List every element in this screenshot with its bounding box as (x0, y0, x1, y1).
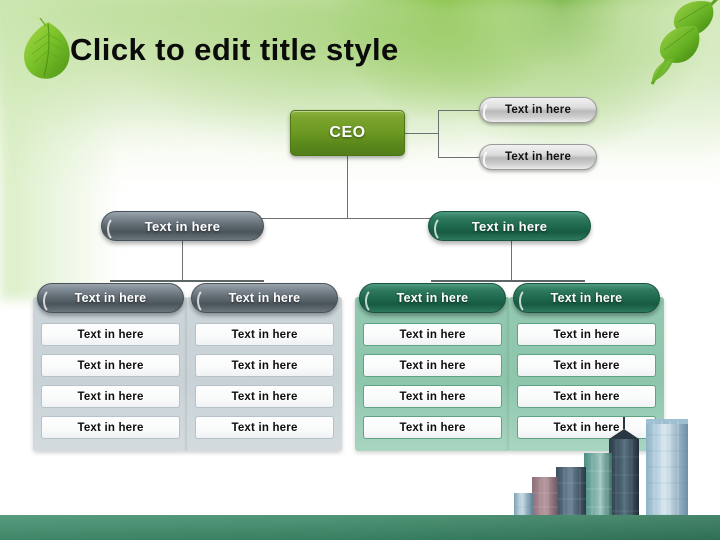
list-item[interactable]: Text in here (517, 323, 656, 346)
list-item[interactable]: Text in here (363, 323, 502, 346)
panel-b1-c2-header[interactable]: Text in here (191, 283, 338, 313)
connector-right-branch-down (511, 241, 512, 281)
connector-staff-top (438, 110, 480, 111)
node-branch-2-label: Text in here (471, 218, 548, 234)
connector-left-branch-down (182, 241, 183, 281)
panel-b2-c1-header[interactable]: Text in here (359, 283, 506, 313)
panel-b1-c2-header-label: Text in here (228, 291, 301, 305)
connector-ceo-staff-stub (405, 133, 439, 134)
panel-b1-c2: Text in here Text in here Text in here T… (187, 283, 342, 451)
panel-b2-c1: Text in here Text in here Text in here T… (355, 283, 510, 451)
node-branch-1-label: Text in here (144, 218, 221, 234)
node-ceo-label: CEO (329, 124, 366, 141)
node-staff-2-label: Text in here (504, 151, 572, 163)
list-item[interactable]: Text in here (195, 385, 334, 408)
panel-b2-c2-header-label: Text in here (550, 291, 623, 305)
connector-left-columns-bar (110, 280, 264, 282)
panel-b1-c1: Text in here Text in here Text in here T… (33, 283, 188, 451)
connector-staff-bottom (438, 157, 480, 158)
node-branch-1[interactable]: Text in here (101, 211, 264, 241)
connector-right-columns-bar (431, 280, 585, 282)
list-item[interactable]: Text in here (363, 354, 502, 377)
list-item[interactable]: Text in here (363, 416, 502, 439)
list-item[interactable]: Text in here (517, 354, 656, 377)
node-staff-2[interactable]: Text in here (479, 144, 597, 170)
list-item[interactable]: Text in here (195, 416, 334, 439)
list-item[interactable]: Text in here (195, 323, 334, 346)
panel-b1-c1-header[interactable]: Text in here (37, 283, 184, 313)
connector-ceo-down (347, 156, 348, 219)
node-staff-1-label: Text in here (504, 104, 572, 116)
node-ceo[interactable]: CEO (290, 110, 405, 156)
list-item[interactable]: Text in here (363, 385, 502, 408)
slide-canvas: Click to edit title style CEO Text in he… (0, 0, 720, 540)
connector-staff-spine (438, 110, 439, 157)
list-item[interactable]: Text in here (41, 354, 180, 377)
list-item[interactable]: Text in here (41, 385, 180, 408)
node-branch-2[interactable]: Text in here (428, 211, 591, 241)
list-item[interactable]: Text in here (195, 354, 334, 377)
node-staff-1[interactable]: Text in here (479, 97, 597, 123)
list-item[interactable]: Text in here (41, 416, 180, 439)
panel-b1-c1-header-label: Text in here (74, 291, 147, 305)
panel-b2-c2-header[interactable]: Text in here (513, 283, 660, 313)
footer-bar-shade (0, 515, 720, 540)
list-item[interactable]: Text in here (41, 323, 180, 346)
panel-b2-c1-header-label: Text in here (396, 291, 469, 305)
